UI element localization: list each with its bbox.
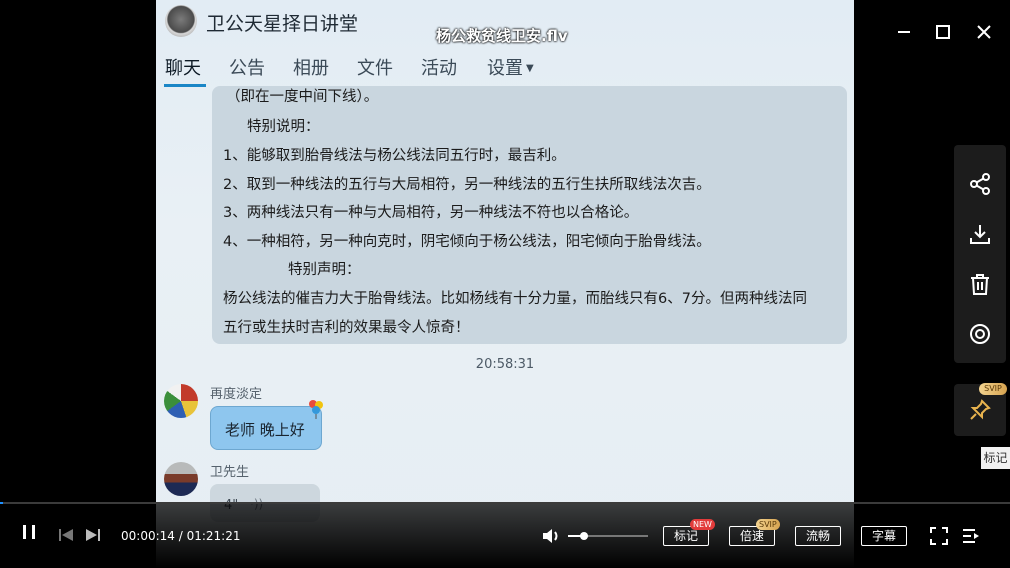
previous-icon[interactable] [58, 528, 74, 542]
tab-settings[interactable]: 设置 ▼ [487, 54, 534, 80]
volume-icon[interactable] [541, 527, 563, 545]
announcement-line: （即在一度中间下线）。 [226, 89, 379, 105]
announcement-line: 1、能够取到胎骨线法与杨公线法同五行时，最吉利。 [223, 148, 566, 164]
pin-icon[interactable] [968, 398, 992, 422]
maximize-icon[interactable] [931, 20, 955, 44]
pause-icon[interactable] [21, 524, 37, 540]
quality-button[interactable]: 流畅 [795, 526, 841, 546]
announcement-line: 五行或生扶时吉利的效果最令人惊奇！ [223, 320, 470, 336]
svip-badge: SVIP [756, 519, 780, 530]
announcement-line: 特别声明： [288, 262, 361, 278]
announcement-line: 2、取到一种线法的五行与大局相符，另一种线法的五行生扶所取线法次吉。 [223, 177, 711, 193]
progress-fill [0, 502, 4, 504]
minimize-icon[interactable] [892, 20, 916, 44]
delete-icon[interactable] [967, 271, 993, 297]
watch-icon[interactable] [967, 321, 993, 347]
balloon-icon [309, 400, 323, 419]
side-toolbar [954, 145, 1006, 363]
subtitle-button[interactable]: 字幕 [861, 526, 907, 546]
mark-tooltip: 标记 [981, 447, 1010, 469]
group-name: 卫公天星择日讲堂 [206, 13, 359, 35]
message-timestamp: 20:58:31 [475, 357, 535, 372]
active-tab-indicator [164, 84, 206, 87]
tab-files[interactable]: 文件 [357, 54, 393, 80]
caret-down-icon: ▼ [526, 63, 534, 74]
volume-slider[interactable] [568, 532, 648, 540]
fullscreen-icon[interactable] [930, 527, 948, 545]
video-frame[interactable]: 卫公天星择日讲堂 聊天 公告 相册 文件 活动 设置 ▼ （即在一度中间下线）。 … [156, 0, 854, 568]
avatar[interactable] [164, 384, 198, 418]
tab-announcement[interactable]: 公告 [229, 54, 265, 80]
tab-chat[interactable]: 聊天 [165, 54, 201, 80]
avatar[interactable] [164, 462, 198, 496]
sender-name: 卫先生 [210, 465, 250, 480]
chat-tabs: 聊天 公告 相册 文件 活动 设置 ▼ [156, 50, 854, 88]
share-icon[interactable] [967, 171, 993, 197]
group-avatar [165, 5, 197, 37]
time-readout: 00:00:14 / 01:21:21 [121, 529, 241, 543]
close-icon[interactable] [972, 20, 996, 44]
playlist-icon[interactable] [962, 527, 980, 545]
tab-settings-label: 设置 [487, 58, 523, 79]
new-badge: NEW [690, 519, 715, 530]
volume-knob[interactable] [580, 532, 588, 540]
announcement-bubble: （即在一度中间下线）。 特别说明： 1、能够取到胎骨线法与杨公线法同五行时，最吉… [212, 86, 847, 344]
sender-name: 再度淡定 [210, 387, 263, 402]
announcement-line: 3、两种线法只有一种与大局相符，另一种线法不符也以合格论。 [223, 205, 639, 221]
tab-album[interactable]: 相册 [293, 54, 329, 80]
svip-badge: SVIP [979, 383, 1007, 395]
announcement-line: 4、一种相符，另一种向克时，阴宅倾向于杨公线法，阳宅倾向于胎骨线法。 [223, 234, 711, 250]
progress-bar[interactable] [0, 502, 1010, 504]
announcement-line: 特别说明： [247, 119, 320, 135]
tab-activity[interactable]: 活动 [421, 54, 457, 80]
download-icon[interactable] [967, 221, 993, 247]
video-title: 杨公救贫线卫安.flv [436, 27, 568, 45]
message-text: 老师 晚上好 [225, 421, 305, 439]
announcement-line: 杨公线法的催吉力大于胎骨线法。比如杨线有十分力量，而胎线只有6、7分。但两种线法… [223, 291, 807, 307]
next-icon[interactable] [85, 528, 101, 542]
message-bubble: 老师 晚上好 [210, 406, 322, 450]
